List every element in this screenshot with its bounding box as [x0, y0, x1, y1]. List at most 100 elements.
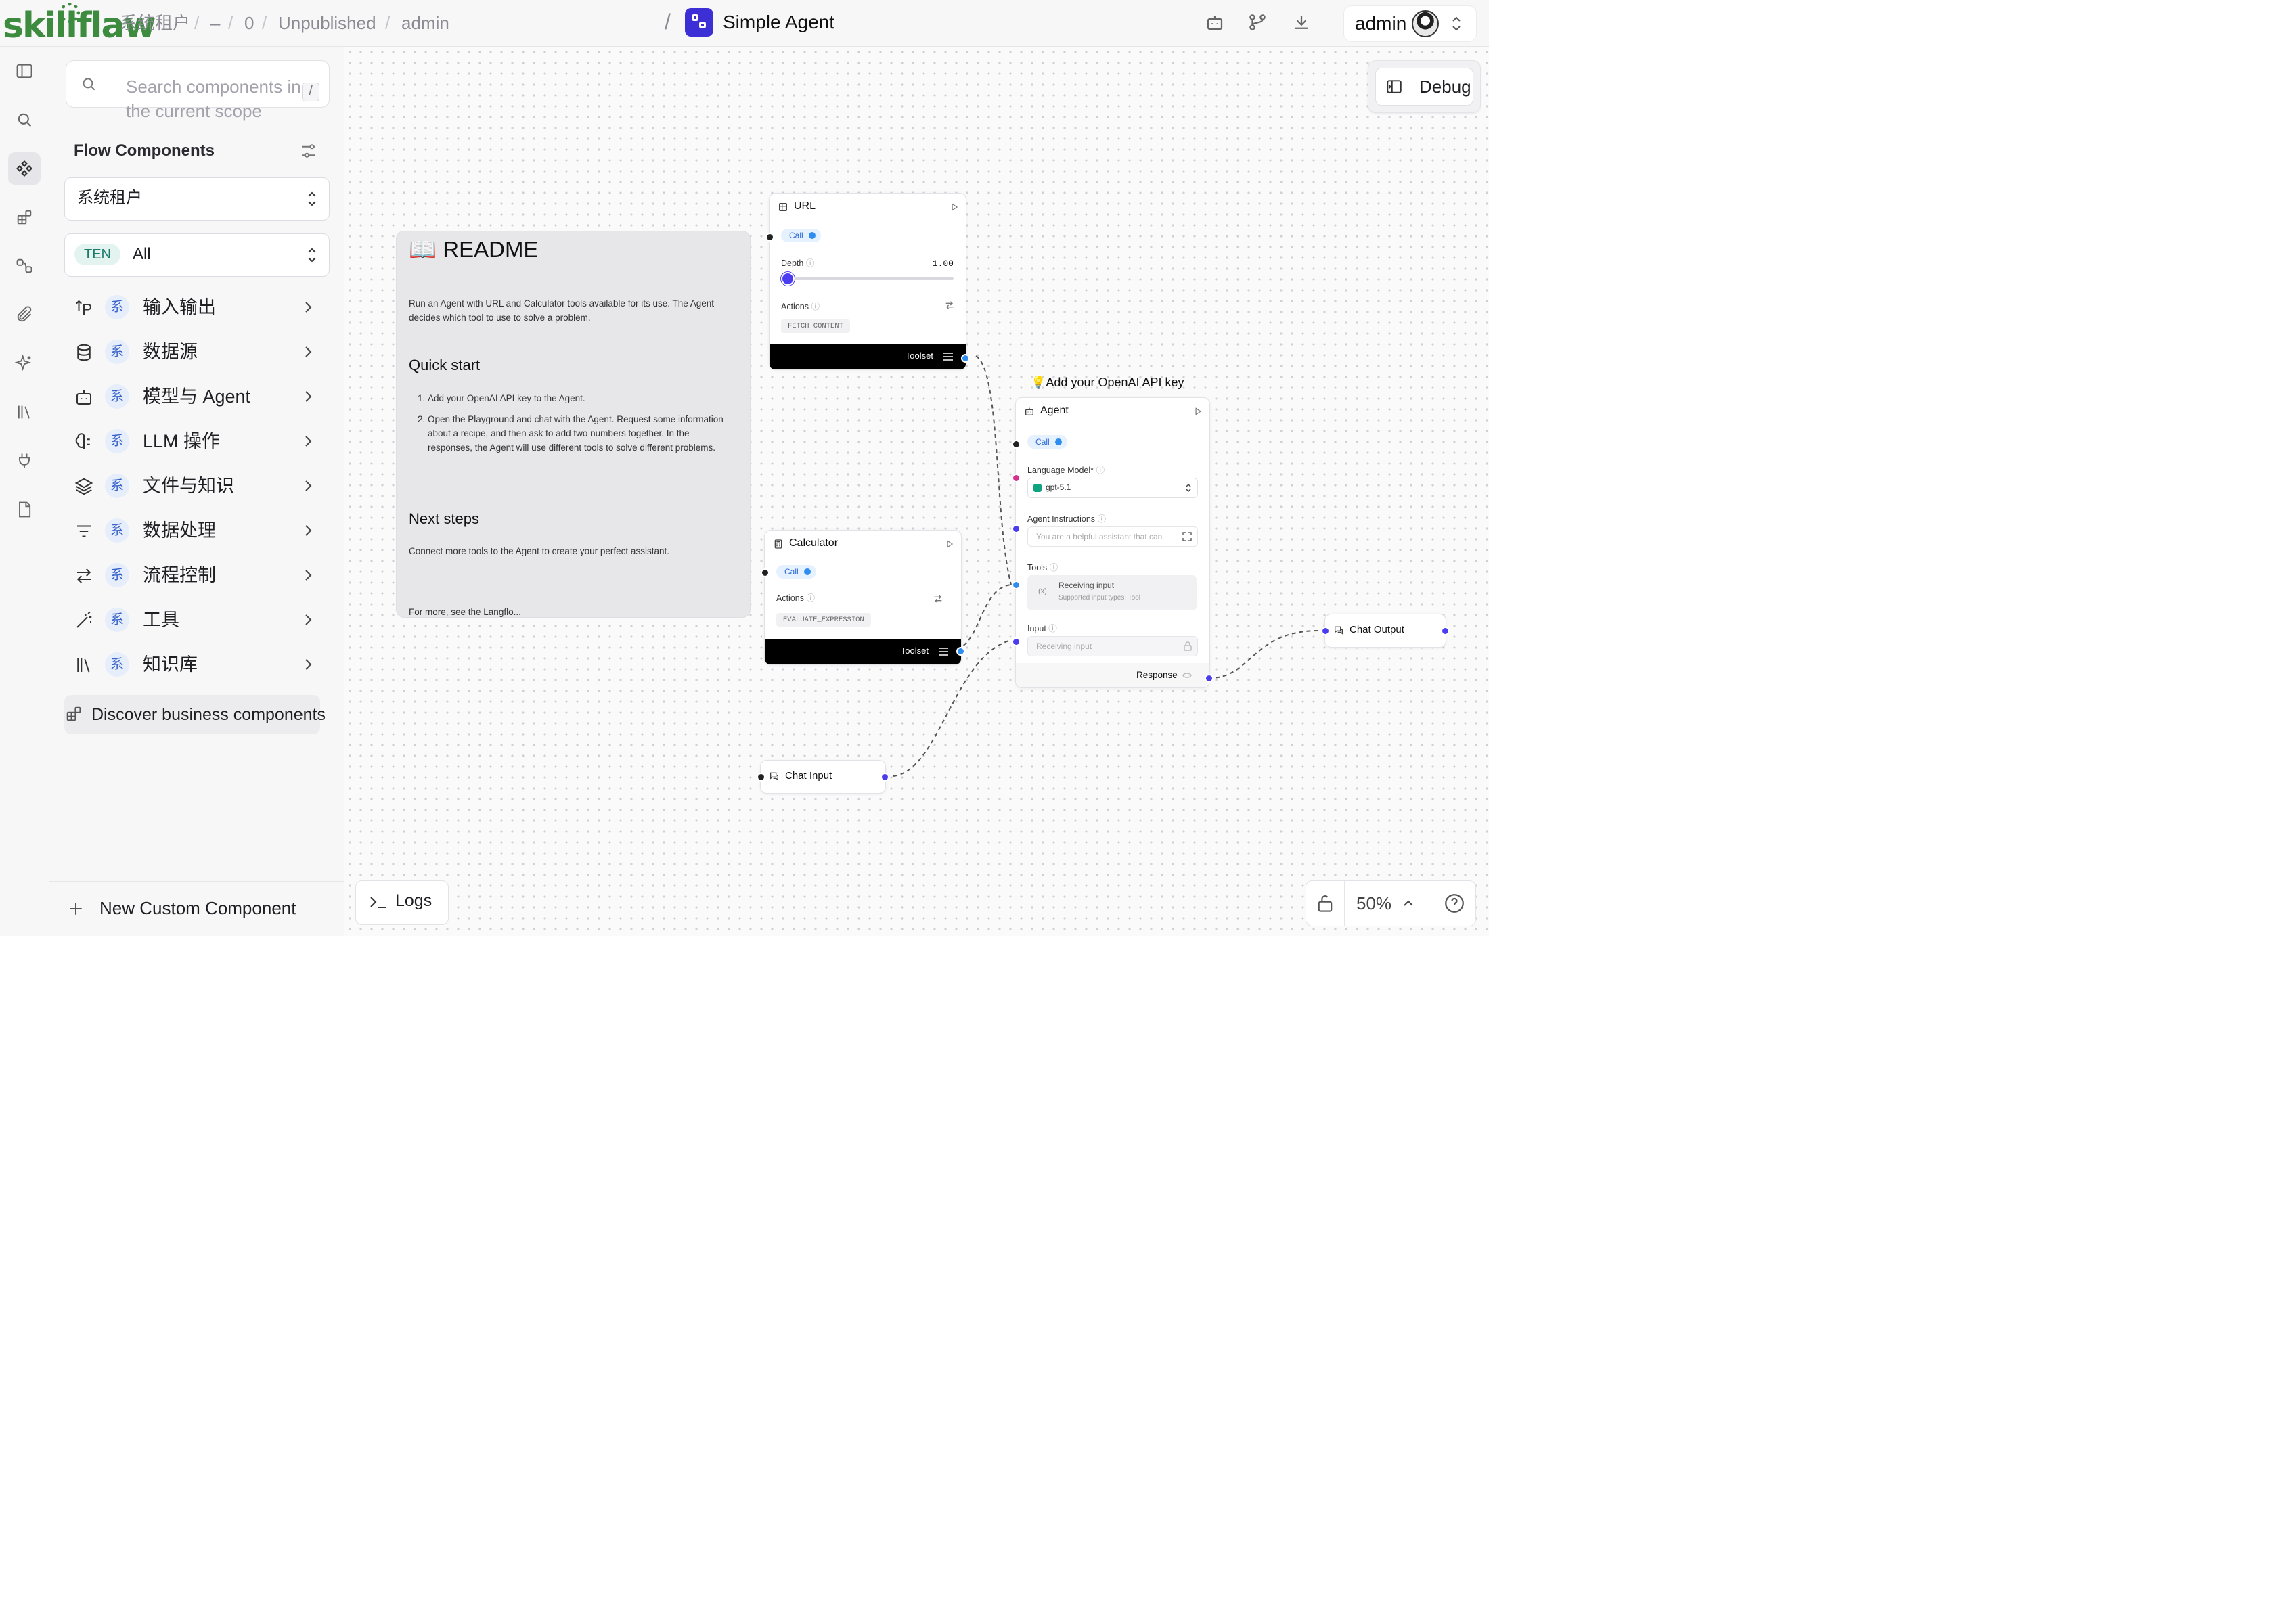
response-handle[interactable]	[1205, 674, 1213, 683]
play-icon[interactable]	[1193, 407, 1203, 416]
input-handle[interactable]	[757, 773, 765, 782]
input-label: Input ⓘ	[1027, 624, 1057, 633]
flow-canvas[interactable]: Debug 📖 README Run an Agent with URL and…	[344, 47, 1489, 936]
category-tools[interactable]: 系 工具	[64, 601, 328, 639]
input-handle[interactable]	[1012, 637, 1021, 646]
breadcrumb-separator: /	[665, 9, 671, 34]
category-knowledge-base[interactable]: 系 知识库	[64, 646, 328, 683]
project-name[interactable]: Simple Agent	[723, 11, 834, 34]
model-handle[interactable]	[1012, 474, 1021, 482]
rail-blocks-button[interactable]	[8, 201, 41, 233]
search-icon	[83, 78, 95, 91]
toolset-handle[interactable]	[956, 647, 965, 656]
category-data-processing[interactable]: 系 数据处理	[64, 512, 328, 549]
language-model-select[interactable]: gpt-5.1	[1027, 478, 1198, 498]
logs-label: Logs	[395, 891, 432, 910]
unlock-icon[interactable]	[1316, 893, 1335, 914]
call-badge: Call	[1027, 435, 1067, 449]
message-handle[interactable]	[1441, 627, 1450, 635]
layers-icon	[74, 478, 93, 495]
bot-icon[interactable]	[1205, 12, 1225, 32]
panel-toggle-button[interactable]	[8, 55, 41, 87]
category-label: LLM 操作	[143, 431, 221, 451]
tenant-select[interactable]: 系统租户	[64, 177, 330, 221]
git-branch-icon[interactable]	[1247, 12, 1268, 32]
category-data-source[interactable]: 系 数据源	[64, 333, 328, 371]
depth-label: Depth ⓘ	[781, 258, 815, 268]
calculator-icon	[774, 539, 782, 549]
system-badge: 系	[105, 340, 129, 364]
swap-icon[interactable]	[944, 300, 955, 310]
new-custom-component-button[interactable]: New Custom Component	[49, 881, 344, 936]
url-node[interactable]: URL Call Depth ⓘ 1.00 Actions ⓘ FETCH_CO…	[765, 193, 970, 370]
eye-off-icon[interactable]	[1182, 671, 1192, 679]
breadcrumb-tenant[interactable]: 系统租户	[120, 12, 190, 34]
rail-ai-button[interactable]	[8, 347, 41, 380]
category-llm-ops[interactable]: 系 LLM 操作	[64, 422, 328, 460]
readme-intro: Run an Agent with URL and Calculator too…	[409, 298, 715, 323]
chevron-right-icon	[305, 480, 312, 491]
search-input[interactable]: Search components in the current scope /	[66, 60, 330, 121]
chat-input-node[interactable]: Chat Input	[757, 760, 889, 794]
edge-calculator-to-agent	[956, 584, 1012, 650]
tools-input[interactable]: (x) Receiving input Supported input type…	[1027, 575, 1197, 610]
rail-components-button[interactable]	[8, 152, 41, 185]
play-icon[interactable]	[950, 202, 959, 212]
rail-flow-button[interactable]	[8, 250, 41, 282]
search-icon	[18, 113, 32, 127]
logs-button[interactable]: Logs	[355, 880, 449, 925]
rail-library-button[interactable]	[8, 396, 41, 428]
swap-icon[interactable]	[933, 594, 943, 604]
category-input-output[interactable]: 系 输入输出	[64, 288, 328, 326]
rail-attachments-button[interactable]	[8, 298, 41, 331]
play-icon[interactable]	[945, 539, 954, 549]
chat-output-node[interactable]: Chat Output	[1321, 614, 1450, 648]
input-handle[interactable]	[1321, 627, 1330, 635]
toolset-output[interactable]: Toolset	[770, 344, 966, 369]
sliders-icon[interactable]	[298, 141, 319, 161]
expand-icon[interactable]	[1182, 532, 1192, 541]
rail-plugins-button[interactable]	[8, 445, 41, 477]
category-models-agents[interactable]: 系 模型与 Agent	[64, 378, 328, 415]
instructions-handle[interactable]	[1012, 524, 1021, 533]
tool-handle[interactable]	[765, 233, 774, 242]
rail-files-button[interactable]	[8, 493, 41, 526]
library-icon	[18, 405, 30, 419]
download-icon[interactable]	[1291, 12, 1312, 32]
discover-business-components[interactable]: Discover business components	[64, 695, 326, 734]
tool-handle[interactable]	[1012, 440, 1021, 449]
tools-handle[interactable]	[1012, 581, 1021, 589]
shortcut-hint: /	[302, 83, 319, 102]
icon-rail	[0, 47, 49, 936]
action-chip: FETCH_CONTENT	[781, 319, 850, 333]
blocks-icon	[17, 210, 32, 225]
toolset-handle[interactable]	[961, 354, 970, 363]
zoom-level[interactable]: 50%	[1356, 893, 1391, 914]
help-icon[interactable]	[1443, 892, 1466, 915]
breadcrumb-folder[interactable]: –	[210, 12, 220, 34]
chevron-right-icon	[305, 391, 312, 402]
debug-button[interactable]: Debug	[1375, 68, 1473, 106]
app-logo[interactable]: skillflaw	[3, 3, 156, 43]
response-output[interactable]: Response	[1016, 663, 1209, 687]
tool-handle[interactable]	[761, 568, 770, 577]
toolset-output[interactable]: Toolset	[765, 639, 961, 664]
category-flow-control[interactable]: 系 流程控制	[64, 556, 328, 594]
scope-select-value: All	[133, 245, 151, 263]
readme-note[interactable]: 📖 README Run an Agent with URL and Calcu…	[396, 231, 751, 618]
list-icon	[943, 353, 953, 361]
breadcrumb-version: 0	[244, 13, 254, 33]
agent-instructions-field[interactable]: You are a helpful assistant that can	[1027, 526, 1198, 547]
user-menu[interactable]: admin	[1343, 5, 1477, 42]
scope-select[interactable]: TEN All	[64, 233, 330, 277]
agent-input-field[interactable]: Receiving input	[1027, 636, 1198, 656]
message-handle[interactable]	[880, 773, 889, 782]
sparkle-icon	[15, 354, 31, 371]
rail-search-button[interactable]	[8, 104, 41, 136]
variable-icon: (x)	[1038, 587, 1047, 595]
chevron-up-icon[interactable]	[1401, 896, 1416, 911]
agent-node[interactable]: Agent Call Language Model* ⓘ gpt-5.1 Age…	[1012, 397, 1213, 688]
calculator-node[interactable]: Calculator Call Actions ⓘ EVALUATE_EXPRE…	[761, 530, 965, 665]
category-files-knowledge[interactable]: 系 文件与知识	[64, 467, 328, 505]
depth-slider[interactable]	[781, 272, 795, 286]
